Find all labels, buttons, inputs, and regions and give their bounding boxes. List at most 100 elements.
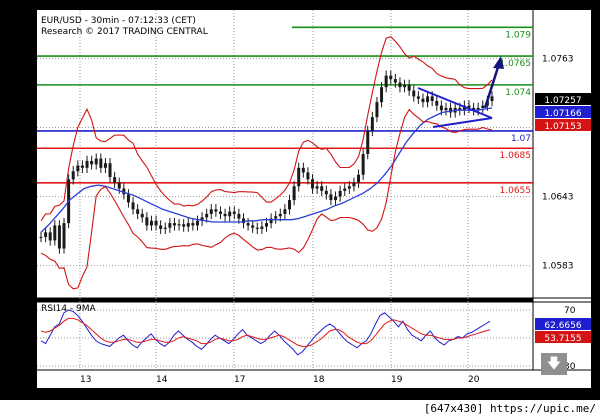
candle-body (90, 160, 94, 165)
rsi-title: RSI14 - 9MA (41, 304, 97, 314)
candle-body (370, 117, 374, 131)
candle-body (412, 90, 416, 97)
candle-body (99, 158, 103, 168)
chart-subtitle: Research © 2017 TRADING CENTRAL (41, 27, 208, 37)
candle-body (195, 220, 199, 226)
price-pane (37, 10, 533, 298)
candle-body (145, 217, 149, 226)
candle-body (490, 96, 494, 102)
candle-body (343, 188, 347, 191)
candle-body (191, 223, 195, 226)
candle-body (44, 232, 48, 237)
y-tick-label: 1.0643 (542, 193, 574, 203)
candle-body (430, 96, 434, 102)
candle-body (94, 158, 98, 165)
chart-title: EUR/USD - 30min - 07:12:33 (CET) (41, 16, 196, 26)
rsi-pane (37, 302, 533, 370)
candle-body (113, 177, 117, 183)
candle-body (329, 194, 333, 201)
candle-body (186, 223, 190, 227)
download-button[interactable]: 🡇 (541, 353, 567, 375)
level-label: 1.074 (505, 88, 531, 98)
x-tick-label: 19 (391, 375, 403, 385)
candle-body (380, 87, 384, 103)
candle-body (39, 236, 43, 238)
candle-body (126, 194, 130, 203)
candle-body (232, 211, 236, 214)
candle-body (320, 186, 324, 191)
candle-body (209, 209, 213, 214)
rsi-tick-label: 70 (564, 306, 576, 316)
candle-body (297, 167, 301, 187)
candle-body (228, 211, 232, 217)
candle-body (57, 225, 61, 249)
candle-body (205, 213, 209, 218)
candle-body (435, 101, 439, 106)
level-label: 1.07 (511, 134, 531, 144)
candle-body (338, 190, 342, 197)
candle-body (306, 172, 310, 180)
level-label: 1.079 (505, 30, 531, 40)
rsi-tag-label: 53.7155 (544, 334, 581, 344)
candle-body (182, 224, 186, 227)
candle-body (357, 174, 361, 183)
candle-body (324, 190, 328, 195)
candle-body (398, 82, 402, 88)
candle-body (301, 167, 305, 173)
candle-body (265, 223, 268, 227)
candle-body (439, 105, 443, 111)
candle-body (149, 220, 153, 226)
candle-body (218, 211, 222, 214)
candle-body (223, 213, 227, 217)
candle-body (361, 154, 365, 175)
candle-body (393, 79, 397, 83)
candle-body (292, 186, 296, 201)
candle-body (131, 202, 135, 210)
candle-body (117, 182, 121, 189)
candle-body (278, 213, 282, 217)
candle-body (384, 75, 388, 88)
candle-body (172, 223, 176, 226)
candle-body (311, 179, 315, 189)
candle-body (283, 209, 287, 214)
candle-body (177, 224, 181, 226)
candle-body (48, 232, 52, 241)
candle-body (62, 223, 66, 249)
candle-body (163, 227, 167, 229)
price-tag-label: 1.07153 (544, 122, 581, 132)
candle-body (108, 163, 112, 178)
candle-body (260, 226, 264, 229)
candle-body (403, 84, 407, 88)
level-label: 1.0765 (500, 59, 532, 69)
level-label: 1.0655 (500, 186, 532, 196)
candle-body (237, 213, 241, 219)
price-tag-label: 1.07257 (544, 96, 581, 106)
candle-body (251, 225, 255, 228)
chart-canvas: 1.079 1.0765 1.074 1.07 1.0685 1.0655 13 14 17 1… (37, 10, 591, 388)
candle-body (80, 165, 84, 168)
candle-body (246, 223, 250, 226)
candle-body (274, 216, 278, 219)
candle-body (375, 102, 379, 118)
y-tick-label: 1.0763 (542, 54, 574, 64)
candle-body (444, 107, 448, 111)
candle-body (85, 160, 89, 168)
candle-body (159, 225, 163, 229)
candle-body (71, 171, 75, 180)
candle-body (168, 223, 172, 228)
level-label: 1.0685 (500, 151, 532, 161)
x-tick-label: 17 (234, 375, 245, 385)
x-tick-label: 18 (313, 375, 325, 385)
candle-body (103, 163, 107, 168)
candle-body (136, 209, 140, 214)
candle-body (255, 227, 259, 229)
candle-body (288, 200, 292, 210)
candle-body (389, 75, 393, 80)
candle-body (154, 220, 158, 226)
x-tick-label: 13 (80, 375, 91, 385)
candle-body (416, 96, 420, 99)
candle-body (347, 186, 351, 189)
image-host-footer: [647x430] https://upic.me/ (0, 400, 600, 418)
candle-body (366, 130, 370, 154)
candle-body (352, 182, 356, 187)
